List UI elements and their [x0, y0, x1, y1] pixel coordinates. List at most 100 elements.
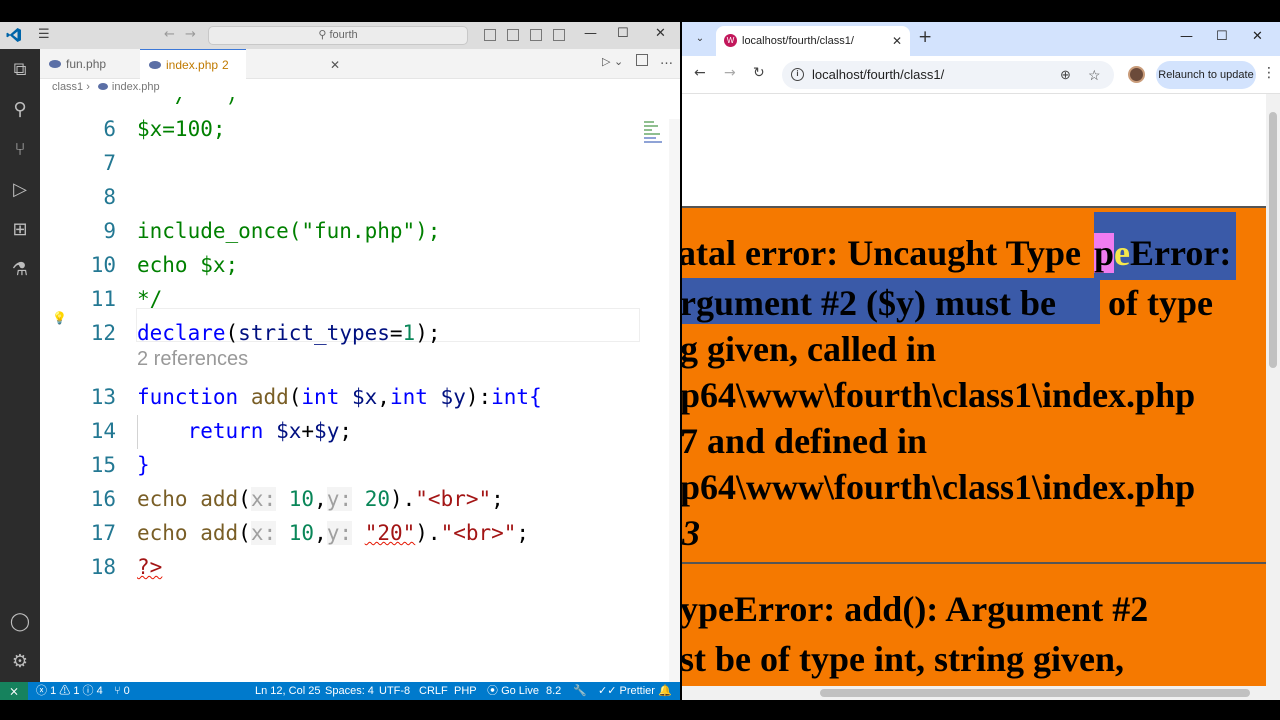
reload-icon[interactable]: ↻: [753, 65, 765, 81]
tab-index-php[interactable]: index.php 2 ✕: [140, 49, 340, 79]
line-number: 9: [103, 219, 116, 243]
run-icon[interactable]: ▷ ⌄: [602, 55, 623, 68]
forward-arrow-icon[interactable]: →: [185, 28, 196, 42]
maximize-icon[interactable]: ☐: [1216, 29, 1228, 44]
breadcrumb-folder[interactable]: class1: [52, 81, 83, 93]
line-ending[interactable]: CRLF: [419, 682, 448, 700]
page-horizontal-scrollbar[interactable]: [682, 686, 1266, 700]
source-control-icon[interactable]: ⑂: [9, 139, 31, 161]
editor-scrollbar[interactable]: [669, 119, 680, 682]
split-editor-icon[interactable]: [636, 54, 648, 66]
ports-indicator[interactable]: ⑂ 0: [114, 682, 130, 700]
code-line-13: function add(int $x,int $y):int{: [137, 385, 542, 409]
error-line: 7 and defined in: [682, 421, 928, 461]
encoding[interactable]: UTF-8: [379, 682, 410, 700]
toggle-panel-icon[interactable]: [507, 29, 519, 41]
toggle-secondary-sidebar-icon[interactable]: [530, 29, 542, 41]
account-icon[interactable]: ◯: [9, 611, 31, 633]
scroll-thumb[interactable]: [820, 689, 1250, 697]
maximize-icon[interactable]: ☐: [617, 26, 629, 42]
extensions-icon[interactable]: ⊞: [9, 219, 31, 241]
tab-search-icon[interactable]: ⌄: [690, 29, 710, 49]
vscode-window: ☰ ← → ⚲ fourth — ☐ ✕ ⧉ ⚲ ⑂ ▷ ⊞ ⚗ ◯ ⚙ fun…: [0, 22, 680, 700]
close-window-icon[interactable]: ✕: [655, 26, 666, 42]
bookmark-star-icon[interactable]: ☆: [1088, 61, 1101, 89]
line-number: 6: [103, 117, 116, 141]
command-center-search[interactable]: ⚲ fourth: [208, 26, 468, 45]
scroll-thumb[interactable]: [1269, 112, 1277, 368]
code-line-16: echo add(x: 10,y: 20)."<br>";: [137, 487, 504, 511]
error-line: of type: [1108, 283, 1213, 323]
line-number: 17: [90, 521, 116, 545]
error-line: p64\www\fourth\class1\index.php: [682, 467, 1196, 507]
relaunch-button[interactable]: Relaunch to update: [1156, 61, 1256, 89]
line-number: 10: [90, 253, 116, 277]
profile-avatar[interactable]: [1128, 66, 1145, 83]
explorer-icon[interactable]: ⧉: [9, 59, 31, 81]
code-editor[interactable]: 💡 / ) 6 $x=100; 7 8 9 include_once("fun.…: [40, 97, 640, 682]
address-bar[interactable]: i localhost/fourth/class1/ ⊕ ☆: [782, 61, 1114, 89]
menu-icon[interactable]: ☰: [38, 28, 52, 42]
more-actions-icon[interactable]: …: [660, 53, 673, 68]
page-vertical-scrollbar[interactable]: [1266, 94, 1280, 700]
php-file-icon: [49, 60, 61, 68]
back-arrow-icon[interactable]: ←: [164, 28, 175, 42]
go-live-button[interactable]: ⦿ Go Live: [487, 682, 539, 700]
code-line-11: */: [137, 287, 163, 311]
new-tab-icon[interactable]: +: [918, 27, 932, 47]
close-window-icon[interactable]: ✕: [1252, 29, 1263, 44]
vscode-titlebar: ☰ ← → ⚲ fourth — ☐ ✕: [0, 22, 680, 49]
cursor-position[interactable]: Ln 12, Col 25: [255, 682, 320, 700]
problems-indicator[interactable]: ⓧ 1 ⚠ 1 ⓘ 4: [36, 682, 103, 700]
line-number: 14: [90, 419, 116, 443]
close-tab-icon[interactable]: ✕: [892, 26, 902, 56]
error-line: g given, called in: [682, 329, 937, 369]
back-arrow-icon[interactable]: ←: [694, 65, 706, 81]
language-mode[interactable]: PHP: [454, 682, 477, 700]
forward-arrow-icon[interactable]: →: [724, 65, 736, 81]
search-icon[interactable]: ⚲: [9, 99, 31, 121]
fatal-error-box: atal error: Uncaught Type peError: rgume…: [682, 206, 1266, 562]
problem-count-badge: 2: [222, 58, 229, 72]
zoom-icon[interactable]: ⊕: [1060, 61, 1071, 89]
code-line-10: echo $x;: [137, 253, 239, 277]
minimize-icon[interactable]: —: [1180, 29, 1193, 44]
site-info-icon[interactable]: i: [791, 68, 804, 81]
wrench-icon[interactable]: 🔧: [573, 682, 587, 700]
error-count: 1: [50, 685, 57, 697]
php-file-icon: [149, 61, 161, 69]
error-line: st be of type int, string given,: [682, 639, 1124, 679]
php-version[interactable]: 8.2: [546, 682, 561, 700]
tab-fun-php[interactable]: fun.php: [40, 49, 140, 79]
tab-label: index.php: [166, 58, 219, 72]
menu-kebab-icon[interactable]: ⋮: [1262, 65, 1276, 81]
codelens-references[interactable]: 2 references: [137, 348, 248, 371]
minimize-icon[interactable]: —: [584, 26, 597, 42]
remote-icon[interactable]: ⨯: [0, 682, 28, 700]
notifications-icon[interactable]: 🔔: [658, 682, 672, 700]
error-line: atal error: Uncaught Type: [682, 233, 1081, 273]
favicon-icon: W: [724, 34, 737, 47]
code-line-12: declare(strict_types=1);: [137, 321, 441, 345]
code-line-9: include_once("fun.php");: [137, 219, 441, 243]
search-text: fourth: [329, 29, 358, 41]
type-error-box: ypeError: add(): Argument #2 st be of ty…: [682, 562, 1266, 686]
warning-count: 1: [73, 685, 80, 697]
error-line: 3: [682, 513, 700, 553]
toggle-sidebar-icon[interactable]: [484, 29, 496, 41]
settings-gear-icon[interactable]: ⚙: [9, 651, 31, 673]
code-line-17: echo add(x: 10,y: "20")."<br>";: [137, 521, 530, 545]
browser-tab[interactable]: W localhost/fourth/class1/ ✕: [716, 26, 910, 56]
indentation[interactable]: Spaces: 4: [325, 682, 374, 700]
breadcrumb: class1 › index.php: [52, 81, 160, 93]
code-line-6: $x=100;: [137, 117, 226, 141]
breadcrumb-file[interactable]: index.php: [112, 81, 160, 93]
testing-icon[interactable]: ⚗: [9, 259, 31, 281]
prettier-button[interactable]: ✓✓ Prettier: [598, 682, 655, 700]
activity-bar: ⧉ ⚲ ⑂ ▷ ⊞ ⚗ ◯ ⚙: [0, 49, 40, 682]
customize-layout-icon[interactable]: [553, 29, 565, 41]
line-number: 18: [90, 555, 116, 579]
run-debug-icon[interactable]: ▷: [9, 179, 31, 201]
close-tab-icon[interactable]: ✕: [330, 50, 340, 80]
chevron-right-icon: ›: [86, 81, 90, 93]
